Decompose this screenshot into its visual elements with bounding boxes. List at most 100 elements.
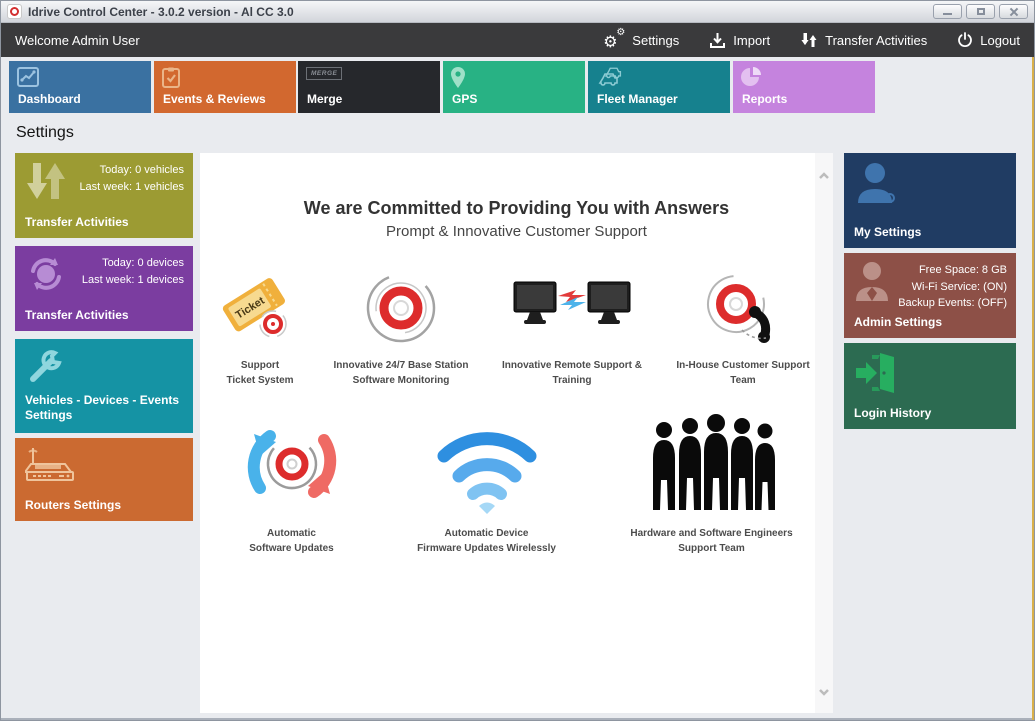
titlebar: Idrive Control Center - 3.0.2 version - … (1, 1, 1034, 23)
tile-my-settings[interactable]: My Settings (844, 153, 1016, 248)
login-door-icon (854, 351, 900, 400)
tile-label: Routers Settings (25, 498, 129, 513)
tile-label: My Settings (854, 225, 929, 240)
router-icon (25, 446, 77, 491)
merge-logo-icon: MERGE (306, 67, 342, 80)
tile-admin-settings[interactable]: Free Space: 8 GB Wi-Fi Service: (ON) Bac… (844, 253, 1016, 338)
nav-tile-label: Fleet Manager (597, 92, 678, 106)
import-menu-button[interactable]: Import (709, 32, 770, 49)
import-icon (709, 32, 726, 49)
transfer-menu-label: Transfer Activities (825, 33, 927, 48)
scrollbar[interactable] (815, 153, 833, 713)
settings-menu-label: Settings (632, 33, 679, 48)
firmware-updates-item: Automatic DeviceFirmware Updates Wireles… (397, 414, 577, 556)
clipboard-check-icon (162, 67, 180, 93)
tile-routers-settings[interactable]: Routers Settings (15, 438, 193, 521)
app-window: Idrive Control Center - 3.0.2 version - … (0, 0, 1035, 721)
stat-line: Today: 0 devices (82, 255, 184, 272)
maximize-button[interactable] (966, 4, 995, 19)
admin-user-icon (854, 261, 894, 308)
item-caption: Innovative Remote Support &Training (502, 358, 642, 388)
tile-login-history[interactable]: Login History (844, 343, 1016, 429)
nav-tile-dashboard[interactable]: Dashboard (9, 61, 151, 113)
item-caption: SupportTicket System (226, 358, 293, 388)
close-button[interactable] (999, 4, 1028, 19)
transfer-activities-menu-button[interactable]: Transfer Activities (800, 31, 927, 49)
tile-stats: Today: 0 vehicles Last week: 1 vehicles (79, 162, 184, 195)
tile-stats: Free Space: 8 GB Wi-Fi Service: (ON) Bac… (898, 262, 1007, 312)
power-icon (957, 32, 973, 48)
nav-tile-label: Events & Reviews (163, 92, 266, 106)
maximize-icon (977, 8, 985, 15)
tile-label: Transfer Activities (25, 215, 137, 230)
welcome-text: Welcome Admin User (15, 33, 140, 48)
nav-tile-gps[interactable]: GPS (443, 61, 585, 113)
stat-line: Today: 0 vehicles (79, 162, 184, 179)
nav-tile-fleet-manager[interactable]: Fleet Manager (588, 61, 730, 113)
minimize-icon (943, 13, 952, 15)
monitors-icon (512, 266, 632, 346)
sync-icon (25, 254, 67, 299)
inhouse-support-item: In-House Customer SupportTeam (661, 266, 826, 388)
target-icon (363, 266, 439, 346)
nav-tile-events-reviews[interactable]: Events & Reviews (154, 61, 296, 113)
window-title: Idrive Control Center - 3.0.2 version - … (28, 5, 294, 19)
topbar: Welcome Admin User ⚙⚙ Settings Import Tr… (1, 23, 1034, 57)
tile-label: Login History (854, 406, 939, 421)
minimize-button[interactable] (933, 4, 962, 19)
map-pin-icon (451, 67, 465, 93)
scroll-down-icon[interactable] (817, 685, 831, 699)
app-logo-icon (7, 4, 22, 19)
tile-label: Admin Settings (854, 315, 950, 330)
stat-line: Last week: 1 vehicles (79, 179, 184, 196)
nav-tile-label: Reports (742, 92, 787, 106)
scroll-up-icon[interactable] (817, 169, 831, 183)
gears-icon: ⚙⚙ (603, 30, 625, 50)
tile-transfer-activities-devices[interactable]: Today: 0 devices Last week: 1 devices Tr… (15, 246, 193, 331)
item-caption: Automatic DeviceFirmware Updates Wireles… (417, 526, 556, 556)
fleet-cars-icon (596, 67, 626, 92)
transfer-arrows-icon (25, 161, 67, 206)
wrench-icon (25, 347, 65, 392)
nav-tile-reports[interactable]: Reports (733, 61, 875, 113)
main-title: We are Committed to Providing You with A… (200, 198, 833, 219)
tile-stats: Today: 0 devices Last week: 1 devices (82, 255, 184, 288)
team-silhouettes-icon (648, 414, 776, 514)
main-subtitle: Prompt & Innovative Customer Support (200, 223, 833, 240)
close-icon (1009, 7, 1019, 17)
tile-label: Transfer Activities (25, 308, 137, 323)
user-icon (854, 161, 900, 210)
support-ticket-item: Ticket SupportTicket System (208, 266, 313, 388)
settings-menu-button[interactable]: ⚙⚙ Settings (603, 30, 679, 50)
transfer-arrows-icon (800, 31, 818, 49)
tile-vehicles-devices-events-settings[interactable]: Vehicles - Devices - Events Settings (15, 339, 193, 433)
stat-line: Free Space: 8 GB (898, 262, 1007, 279)
logout-menu-label: Logout (980, 33, 1020, 48)
ticket-icon: Ticket (217, 266, 303, 346)
engineers-team-item: Hardware and Software EngineersSupport T… (607, 414, 817, 556)
wifi-icon (432, 414, 542, 514)
import-menu-label: Import (733, 33, 770, 48)
item-caption: In-House Customer SupportTeam (676, 358, 809, 388)
base-station-monitoring-item: Innovative 24/7 Base StationSoftware Mon… (319, 266, 484, 388)
stat-line: Wi-Fi Service: (ON) (898, 279, 1007, 296)
logout-menu-button[interactable]: Logout (957, 32, 1020, 48)
nav-tile-merge[interactable]: MERGE Merge (298, 61, 440, 113)
stat-line: Last week: 1 devices (82, 272, 184, 289)
auto-software-updates-item: AutomaticSoftware Updates (217, 414, 367, 556)
page-heading: Settings (16, 124, 74, 142)
tile-label: Vehicles - Devices - Events Settings (25, 393, 193, 423)
nav-tile-label: GPS (452, 92, 477, 106)
phone-support-icon (698, 266, 788, 346)
item-caption: Innovative 24/7 Base StationSoftware Mon… (333, 358, 468, 388)
auto-update-icon (240, 414, 344, 514)
pie-chart-icon (741, 67, 761, 92)
main-content-panel: We are Committed to Providing You with A… (200, 153, 833, 713)
dashboard-chart-icon (17, 67, 39, 92)
tile-transfer-activities-vehicles[interactable]: Today: 0 vehicles Last week: 1 vehicles … (15, 153, 193, 238)
stat-line: Backup Events: (OFF) (898, 295, 1007, 312)
item-caption: Hardware and Software EngineersSupport T… (630, 526, 792, 556)
nav-tile-label: Dashboard (18, 92, 81, 106)
item-caption: AutomaticSoftware Updates (249, 526, 333, 556)
remote-support-item: Innovative Remote Support &Training (490, 266, 655, 388)
